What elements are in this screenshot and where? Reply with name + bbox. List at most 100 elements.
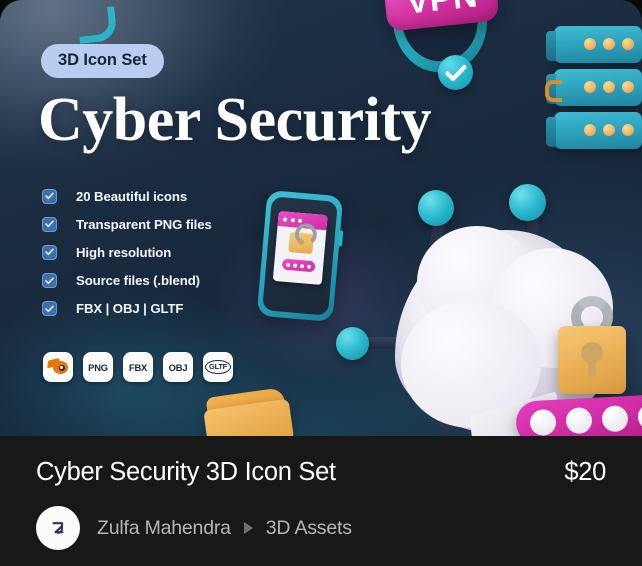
rack-unit [546,26,642,63]
cloud-lobe [417,226,537,338]
blender-logo-icon [43,352,73,382]
rack-unit [546,112,642,149]
asset-info-panel: Cyber Security 3D Icon Set $20 Zulfa Mah… [0,436,642,566]
rack-led [603,81,615,93]
cloud-lobe [401,300,541,428]
rack-led-dots [584,81,634,93]
phone-padlock-icon [288,232,314,255]
feature-label: Transparent PNG files [76,216,212,232]
vpn-shield-inner [395,0,483,66]
triangle-right-icon [243,522,253,534]
vpn-badge-plate [382,0,500,32]
feature-item: Source files (.blend) [42,267,212,295]
phone-header-dot [290,217,295,222]
vpn-badge-label: VPN [388,0,496,25]
pill-dot [637,403,642,431]
phone-side-button [337,230,344,247]
hero-title: Cyber Security [38,86,432,154]
folder-cable-3d-icon [202,386,301,436]
cloud-node-arm [363,337,411,349]
cloud-lobe [491,248,613,368]
cloud-network-3d-icon [395,226,613,435]
asset-price: $20 [564,458,606,486]
vpn-shield-3d-icon [385,0,493,78]
phone-login-card [272,210,328,285]
checkbox-checked-icon [42,216,57,232]
checkbox-checked-icon [42,301,57,317]
rack-led [584,38,596,50]
title-price-row: Cyber Security 3D Icon Set $20 [36,458,606,487]
feature-item: 20 Beautiful icons [42,182,212,210]
feature-label: 20 Beautiful icons [76,188,188,204]
phone-card-header [277,210,328,231]
padlock-shackle [571,296,613,338]
png-format-icon: PNG [83,352,113,382]
rack-unit [546,69,642,106]
smartphone-lock-3d-icon [256,189,344,323]
rack-led [603,124,615,136]
phone-header-dot [297,218,303,223]
rack-led [622,38,634,50]
cloud-node-arm [426,205,449,259]
fbx-format-icon: FBX [123,352,153,382]
gltf-format-icon: GLTF [203,352,233,382]
server-rack-3d-icon [545,26,642,151]
password-dot [293,262,298,268]
asset-category[interactable]: 3D Assets [266,517,352,540]
cloud-node-arm [524,199,541,249]
asset-card[interactable]: VPN [0,0,642,566]
pill-dot [565,406,593,435]
phone-header-dot [282,216,288,222]
author-name[interactable]: Zulfa Mahendra [97,517,231,540]
hero-glow-purple [210,215,430,385]
feature-label: High resolution [76,244,172,260]
format-chip-list: PNG FBX OBJ GLTF [43,352,233,382]
phone-screen [262,196,338,316]
rack-led [622,81,634,93]
obj-format-icon: OBJ [163,352,193,382]
asset-title[interactable]: Cyber Security 3D Icon Set [36,458,336,487]
feature-list: 20 Beautiful icons Transparent PNG files… [42,182,212,323]
gltf-label: GLTF [204,359,232,375]
rack-led [622,124,634,136]
folder-back [205,387,290,436]
avatar-monogram-glyph [52,522,64,534]
feature-item: FBX | OBJ | GLTF [42,295,212,323]
padlock-keyhole [581,342,603,377]
feature-label: FBX | OBJ | GLTF [76,301,184,317]
rack-led [603,38,615,50]
rack-led [584,124,596,136]
magenta-pill-3d-icon [514,394,642,436]
password-dot [299,263,305,268]
feature-item: High resolution [42,238,212,266]
folder-front [203,398,295,436]
checkbox-checked-icon [42,273,57,289]
checkbox-checked-icon [42,244,57,260]
hero-preview-image[interactable]: VPN [0,0,642,436]
feature-item: Transparent PNG files [42,210,212,238]
blender-glyph [47,357,68,375]
rack-handle-icon [545,80,562,102]
author-meta-row: Zulfa Mahendra 3D Assets [36,506,352,550]
paper-sheet-3d-icon [469,391,561,436]
pill-dot [529,408,557,436]
vpn-check-circle-icon [438,55,473,90]
rack-led-dots [584,124,634,136]
padlock-body [558,326,626,394]
pill-dot [601,405,629,433]
rack-led [584,81,596,93]
checkbox-checked-icon [42,188,57,204]
folder-cable [76,6,118,44]
padlock-3d-icon [556,296,628,402]
phone-password-field [281,258,316,273]
password-dot [306,264,312,269]
cloud-node-sphere [418,190,454,226]
cloud-node-sphere [509,184,546,221]
cloud-node-arm [436,404,455,436]
cloud-node-sphere [336,327,369,360]
password-dot [286,262,291,267]
rack-led-dots [584,38,634,50]
category-badge: 3D Icon Set [41,44,164,78]
author-avatar-monogram-icon[interactable] [36,506,80,550]
cloud-node-arm [516,404,535,436]
